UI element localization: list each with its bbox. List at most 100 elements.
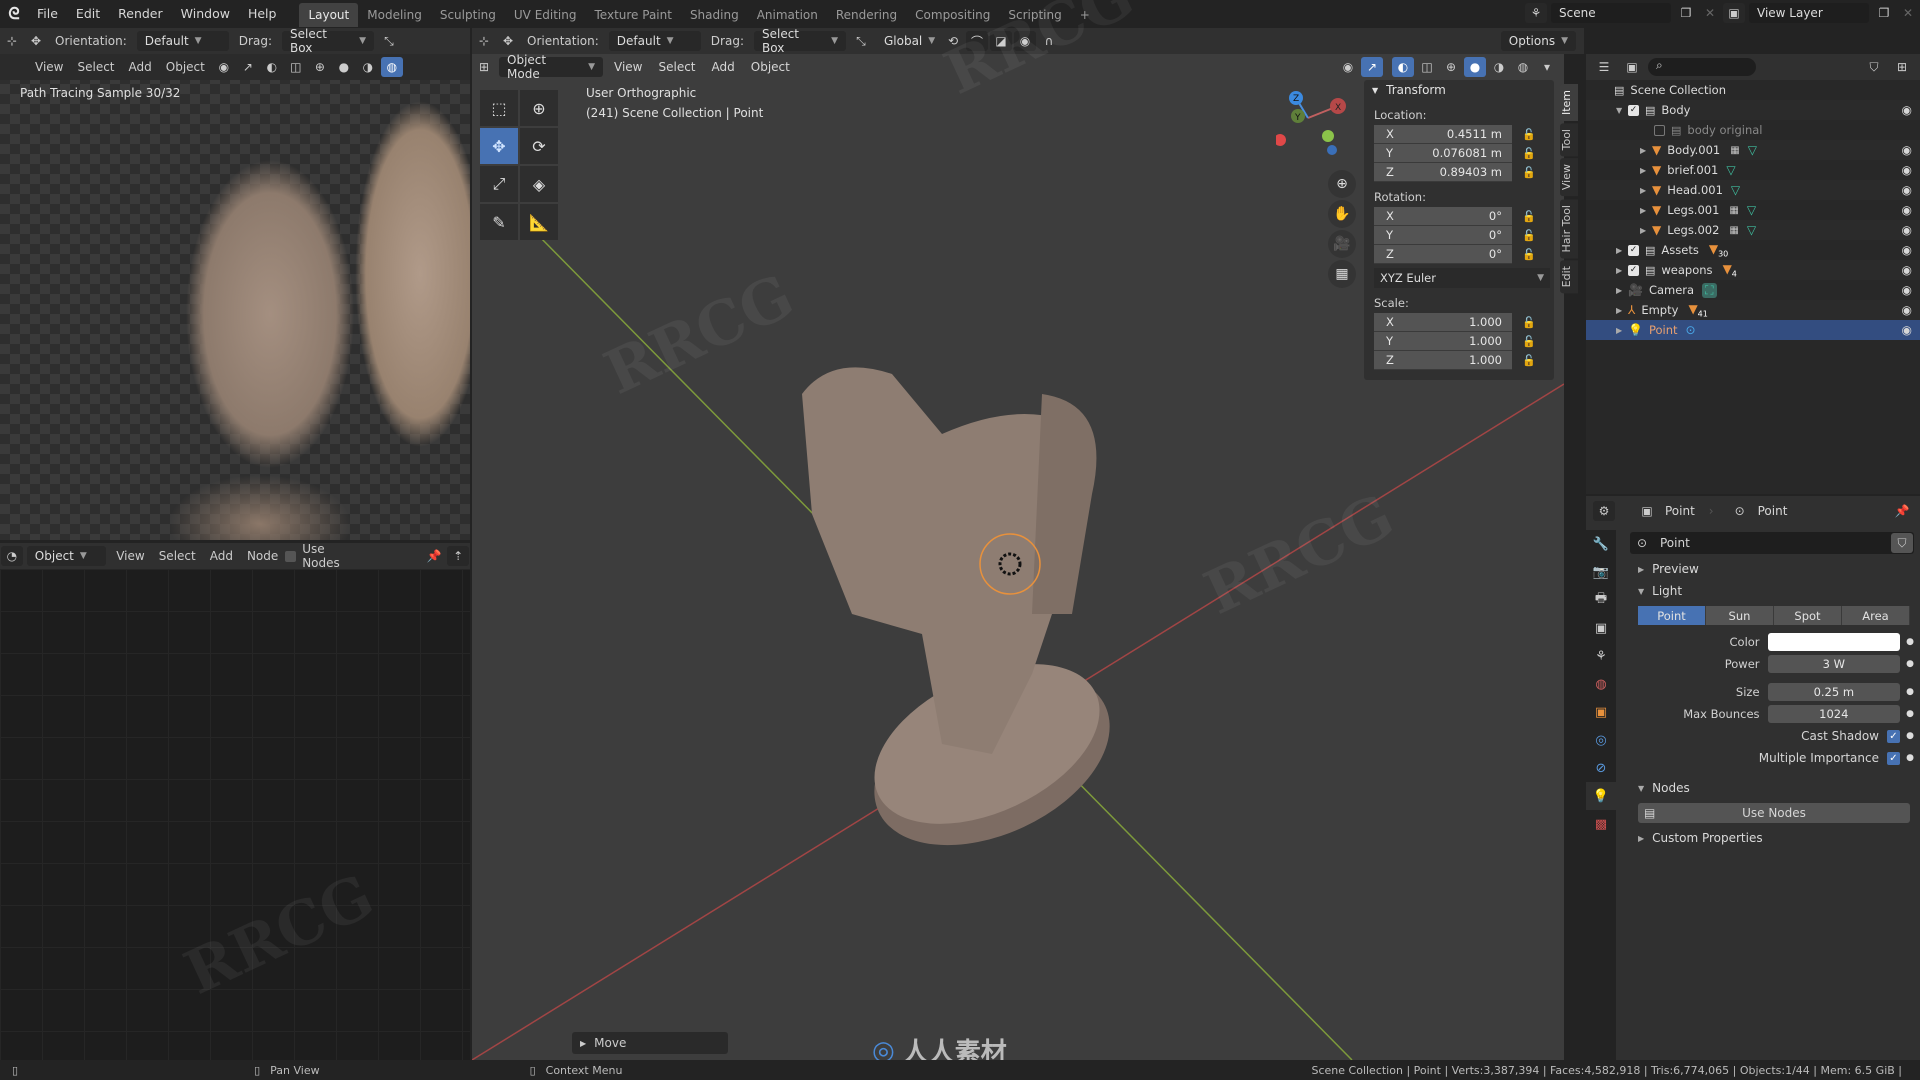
move-tool-icon[interactable]: ✥ xyxy=(497,31,519,51)
blender-logo-icon[interactable]: ᘓ xyxy=(0,0,28,28)
falloff-icon[interactable]: ∩ xyxy=(1038,31,1060,51)
tool-settings-icon[interactable]: ⊹ xyxy=(1,31,23,51)
keyframe-dot-icon[interactable]: ● xyxy=(1900,659,1920,669)
render-view-menu-add[interactable]: Add xyxy=(122,60,159,74)
menu-edit[interactable]: Edit xyxy=(67,0,109,28)
drag-dropdown[interactable]: Select Box ▼ xyxy=(753,27,846,55)
eye-icon[interactable]: ◉ xyxy=(1902,283,1912,297)
outliner-row[interactable]: ▶ ▼ Head.001 ▽ ◉ xyxy=(1586,180,1920,200)
keyframe-dot-icon[interactable]: ● xyxy=(1900,753,1920,763)
keyframe-dot-icon[interactable]: ● xyxy=(1900,687,1920,697)
tab-physics-icon[interactable]: ◎ xyxy=(1586,726,1616,754)
shading-material-icon[interactable]: ◑ xyxy=(357,57,379,77)
rotation-z-field[interactable]: Z 0° xyxy=(1374,245,1512,264)
orientation-dropdown[interactable]: Default ▼ xyxy=(608,31,701,51)
tab-tool-icon[interactable]: 🔧 xyxy=(1586,530,1616,558)
tab-view-layer-icon[interactable]: ▣ xyxy=(1586,614,1616,642)
scale-z-field[interactable]: Z 1.000 xyxy=(1374,351,1512,370)
pan-hand-icon[interactable]: ✋ xyxy=(1328,200,1356,228)
viewport-menu-add[interactable]: Add xyxy=(704,60,743,74)
lock-icon[interactable]: 🔓 xyxy=(1516,147,1542,160)
render-view-menu-select[interactable]: Select xyxy=(70,60,121,74)
eye-icon[interactable]: ◉ xyxy=(1902,303,1912,317)
tab-light-data-icon[interactable]: 💡 xyxy=(1586,782,1616,810)
fake-user-shield-icon[interactable]: ⛉ xyxy=(1891,533,1913,553)
pin-icon[interactable]: 📌 xyxy=(423,546,445,566)
transform-orientation-icon[interactable]: ⤡ xyxy=(850,31,872,51)
shading-solid-icon[interactable]: ● xyxy=(333,57,355,77)
tab-sculpting[interactable]: Sculpting xyxy=(431,3,505,27)
node-type-dropdown[interactable]: Object ▼ xyxy=(26,546,107,566)
outliner-row[interactable]: ▶ ✓ ▤ Assets ▼30 ◉ xyxy=(1586,240,1920,260)
delete-view-layer-icon[interactable]: ✕ xyxy=(1897,3,1919,23)
keyframe-dot-icon[interactable]: ● xyxy=(1900,637,1920,647)
rotation-mode-dropdown[interactable]: XYZ Euler ▼ xyxy=(1374,268,1550,288)
expand-arrow-icon[interactable]: ▶ xyxy=(1616,326,1628,335)
exclude-checkbox[interactable]: ✓ xyxy=(1628,104,1639,116)
expand-arrow-icon[interactable]: ▶ xyxy=(1640,186,1652,195)
expand-arrow-icon[interactable]: ▶ xyxy=(1640,206,1652,215)
snap-element-icon[interactable]: ◪ xyxy=(989,31,1012,51)
render-view-menu-object[interactable]: Object xyxy=(159,60,212,74)
shading-options-icon[interactable]: ▾ xyxy=(1536,57,1558,77)
outliner-row[interactable]: ▶ ▼ Legs.001 ▦ ▽ ◉ xyxy=(1586,200,1920,220)
editor-type-icon[interactable]: ◔ xyxy=(1,546,23,566)
select-box-tool-icon[interactable]: ⬚ xyxy=(480,90,518,126)
lock-icon[interactable]: 🔓 xyxy=(1516,229,1542,242)
section-preview[interactable]: ▶ Preview xyxy=(1626,558,1920,580)
datablock-selector[interactable]: ⊙ Point ⛉ xyxy=(1630,532,1914,554)
keyframe-dot-icon[interactable]: ● xyxy=(1900,709,1920,719)
display-mode-icon[interactable]: ☰ xyxy=(1593,57,1615,77)
expand-arrow-icon[interactable]: ▶ xyxy=(1616,306,1628,315)
pin-icon[interactable]: 📌 xyxy=(1891,501,1913,521)
sidebar-tab-item[interactable]: Item xyxy=(1560,84,1578,122)
view-layer-icon[interactable]: ▣ xyxy=(1723,3,1745,23)
outliner-row-selected[interactable]: ▶ 💡 Point ⊙ ◉ xyxy=(1586,320,1920,340)
camera-view-icon[interactable]: 🎥 xyxy=(1328,230,1356,258)
max-bounces-field[interactable]: 1024 xyxy=(1767,705,1901,723)
scene-icon[interactable]: ⚘ xyxy=(1525,3,1547,23)
rotation-y-field[interactable]: Y 0° xyxy=(1374,226,1512,245)
eye-icon[interactable]: ◉ xyxy=(1902,103,1912,117)
xray-icon[interactable]: ◫ xyxy=(1416,57,1438,77)
outliner-row[interactable]: ▼ ✓ ▤ Body ◉ xyxy=(1586,100,1920,120)
view-layer-filter-icon[interactable]: ▣ xyxy=(1621,57,1643,77)
cast-shadow-checkbox[interactable]: ✓ xyxy=(1887,729,1900,743)
tab-render-icon[interactable]: 📷 xyxy=(1586,558,1616,586)
render-preview-viewport[interactable]: Path Tracing Sample 30/32 xyxy=(0,54,470,540)
annotate-tool-icon[interactable]: ✎ xyxy=(480,204,518,240)
ortho-grid-icon[interactable]: ▦ xyxy=(1328,260,1356,288)
eye-icon[interactable]: ◉ xyxy=(1902,323,1912,337)
eye-icon[interactable]: ◉ xyxy=(1902,263,1912,277)
eye-icon[interactable]: ◉ xyxy=(1902,243,1912,257)
location-z-field[interactable]: Z 0.89403 m xyxy=(1374,163,1512,182)
menu-render[interactable]: Render xyxy=(109,0,172,28)
overlay-icon[interactable]: ◐ xyxy=(261,57,283,77)
rotate-tool-icon[interactable]: ⟳ xyxy=(520,128,558,164)
visibility-icon[interactable]: ◉ xyxy=(1337,57,1359,77)
move-tool-icon[interactable]: ✥ xyxy=(480,128,518,164)
use-nodes-button[interactable]: ▤ Use Nodes xyxy=(1638,803,1910,823)
shading-wireframe-icon[interactable]: ⊕ xyxy=(309,57,331,77)
scale-x-field[interactable]: X 1.000 xyxy=(1374,313,1512,332)
shading-material-icon[interactable]: ◑ xyxy=(1488,57,1510,77)
lock-icon[interactable]: 🔓 xyxy=(1516,354,1542,367)
cursor-tool-icon[interactable]: ⊕ xyxy=(520,90,558,126)
view-layer-name-field[interactable]: View Layer xyxy=(1749,3,1869,23)
tool-settings-icon[interactable]: ⊹ xyxy=(473,31,495,51)
datablock-name[interactable]: Point xyxy=(1654,536,1690,550)
outliner-row[interactable]: ▶ ⅄ Empty ▼41 ◉ xyxy=(1586,300,1920,320)
outliner-row[interactable]: ▤ body original xyxy=(1586,120,1920,140)
tab-uv-editing[interactable]: UV Editing xyxy=(505,3,586,27)
menu-help[interactable]: Help xyxy=(239,0,286,28)
add-workspace-button[interactable]: + xyxy=(1071,3,1099,27)
node-editor-canvas[interactable] xyxy=(0,569,470,1060)
gizmo-icon[interactable]: ↗ xyxy=(237,57,259,77)
light-type-point[interactable]: Point xyxy=(1638,606,1706,625)
shading-wireframe-icon[interactable]: ⊕ xyxy=(1440,57,1462,77)
scale-tool-icon[interactable]: ⤢ xyxy=(480,166,518,202)
keyframe-dot-icon[interactable]: ● xyxy=(1900,731,1920,741)
tab-animation[interactable]: Animation xyxy=(748,3,827,27)
viewport-menu-view[interactable]: View xyxy=(606,60,650,74)
eye-icon[interactable]: ◉ xyxy=(1902,223,1912,237)
